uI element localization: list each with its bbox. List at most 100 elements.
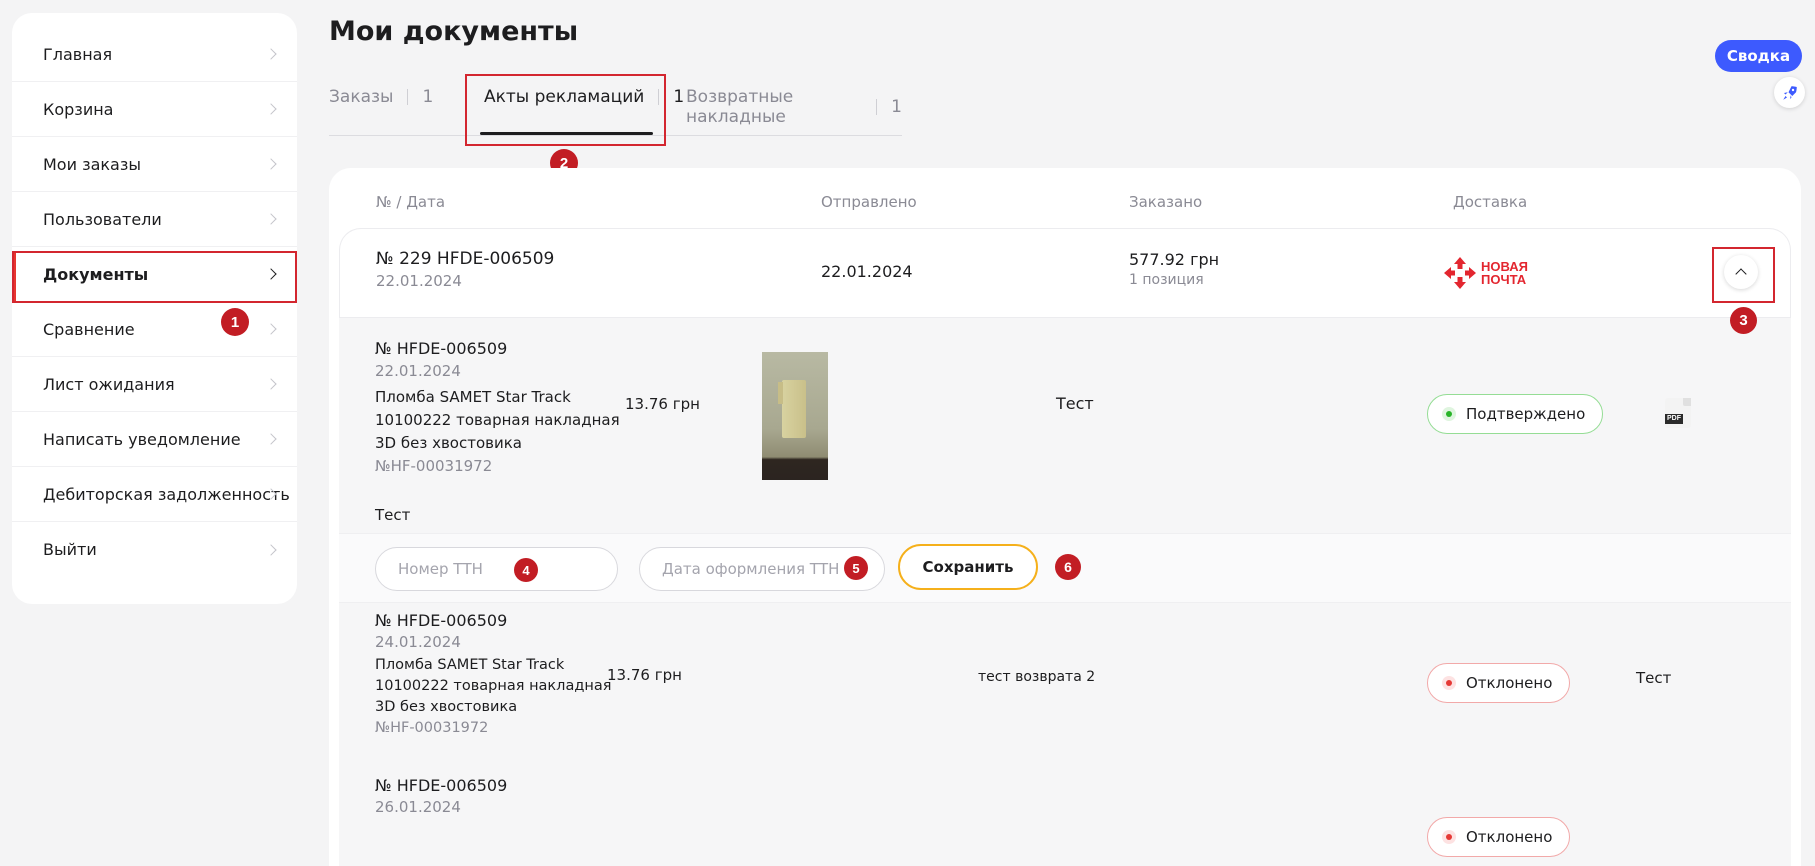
- column-header: Доставка: [1453, 193, 1528, 211]
- sidebar: Главная Корзина Мои заказы Пользователи …: [12, 13, 297, 604]
- column-header: Заказано: [1129, 193, 1203, 211]
- chevron-up-icon: [1735, 268, 1747, 280]
- product-name-line: 3D без хвостовика: [375, 699, 518, 715]
- claim-number: № HFDE-006509: [375, 776, 508, 795]
- order-positions: 1 позиция: [1129, 272, 1204, 288]
- sidebar-item-receivables[interactable]: Дебиторская задолженность: [12, 467, 297, 522]
- tab-claims[interactable]: Акты рекламаций 1: [484, 87, 684, 107]
- product-price: 13.76 грн: [607, 666, 682, 684]
- sidebar-item-label: Мои заказы: [43, 154, 141, 174]
- tab-label: Возвратные накладные: [686, 87, 794, 127]
- sidebar-item-label: Главная: [43, 44, 113, 64]
- tab-return-invoices[interactable]: Возвратные накладные 1: [686, 87, 902, 127]
- sidebar-item-users[interactable]: Пользователи: [12, 192, 297, 247]
- claim-date: 22.01.2024: [375, 362, 461, 380]
- chevron-right-icon: [265, 213, 277, 225]
- active-tab-underline: [480, 132, 653, 135]
- chevron-right-icon: [265, 48, 277, 60]
- chevron-right-icon: [265, 378, 277, 390]
- product-price: 13.76 грн: [625, 395, 700, 413]
- status-badge: Подтверждено: [1427, 394, 1604, 434]
- ttn-number-input[interactable]: Номер ТТН: [375, 547, 618, 591]
- summary-button[interactable]: Сводка: [1715, 40, 1802, 72]
- claim-number: № HFDE-006509: [375, 611, 508, 630]
- product-name-line: Пломба SAMET Star Track: [375, 657, 565, 673]
- claim-comment: Тест: [1056, 394, 1094, 413]
- claim-date: 26.01.2024: [375, 798, 461, 816]
- step-marker: 4: [514, 558, 538, 582]
- step-marker: 3: [1730, 307, 1757, 334]
- product-code: №HF-00031972: [375, 720, 489, 736]
- order-date: 22.01.2024: [376, 272, 462, 290]
- product-photo[interactable]: [762, 352, 828, 480]
- page-title: Мои документы: [329, 16, 579, 47]
- order-sent-date: 22.01.2024: [821, 262, 913, 281]
- tab-orders[interactable]: Заказы 1: [329, 87, 433, 107]
- step-marker: 1: [221, 308, 249, 336]
- sidebar-item-notify[interactable]: Написать уведомление: [12, 412, 297, 467]
- product-name-line: 10100222 товарная накладная: [375, 678, 612, 694]
- tab-count: 1: [891, 97, 902, 117]
- chevron-right-icon: [265, 103, 277, 115]
- sidebar-item-label: Выйти: [43, 540, 97, 559]
- logo-text: ПОЧТА: [1481, 272, 1527, 287]
- sidebar-item-logout[interactable]: Выйти: [12, 522, 297, 577]
- claim-item: № HFDE-006509 22.01.2024 Пломба SAMET St…: [339, 317, 1791, 533]
- claim-number: № HFDE-006509: [375, 339, 508, 358]
- column-header: Отправлено: [821, 193, 917, 211]
- active-indicator: [12, 252, 16, 302]
- step-marker: 6: [1055, 554, 1081, 580]
- chevron-right-icon: [265, 433, 277, 445]
- rocket-icon[interactable]: [1774, 77, 1805, 108]
- sidebar-item-waitlist[interactable]: Лист ожидания: [12, 357, 297, 412]
- documents-table: № / Дата Отправлено Заказано Доставка № …: [329, 168, 1801, 866]
- chevron-right-icon: [265, 158, 277, 170]
- column-header: № / Дата: [376, 193, 446, 211]
- product-name-line: Пломба SAMET Star Track: [375, 388, 571, 406]
- claim-item: № HFDE-006509 26.01.2024 Отклонено: [339, 761, 1791, 866]
- order-number: № 229 HFDE-006509: [376, 249, 555, 269]
- claim-extra: Тест: [1636, 669, 1672, 687]
- chevron-right-icon: [265, 323, 277, 335]
- sidebar-item-label: Написать уведомление: [43, 429, 241, 449]
- save-button[interactable]: Сохранить: [898, 544, 1038, 590]
- sidebar-item-label: Сравнение: [43, 319, 135, 339]
- tab-label: Заказы: [329, 87, 394, 107]
- pdf-icon[interactable]: PDF: [1665, 398, 1691, 428]
- sidebar-item-label: Документы: [43, 264, 149, 284]
- sidebar-item-label: Дебиторская задолженность: [43, 484, 290, 504]
- product-name-line: 10100222 товарная накладная: [375, 411, 620, 429]
- sidebar-item-label: Корзина: [43, 99, 114, 119]
- status-label: Подтверждено: [1466, 405, 1586, 423]
- sidebar-item-compare[interactable]: Сравнение: [12, 302, 297, 357]
- nova-poshta-logo-icon: [1444, 257, 1476, 289]
- tab-bar: Заказы 1 Акты рекламаций 1 Возвратные накл…: [329, 80, 902, 136]
- product-code: №HF-00031972: [375, 457, 493, 475]
- pdf-label: PDF: [1665, 414, 1683, 424]
- sidebar-item-my-orders[interactable]: Мои заказы: [12, 137, 297, 192]
- status-badge: Отклонено: [1427, 663, 1571, 703]
- sidebar-item-documents[interactable]: Документы: [12, 247, 297, 302]
- product-name-line: 3D без хвостовика: [375, 434, 522, 452]
- status-label: Отклонено: [1466, 828, 1553, 846]
- order-row[interactable]: № 229 HFDE-006509 22.01.2024 22.01.2024 …: [339, 228, 1791, 318]
- status-badge: Отклонено: [1427, 817, 1571, 857]
- claim-date: 24.01.2024: [375, 633, 461, 651]
- chevron-right-icon: [265, 268, 277, 280]
- tab-label: Акты рекламаций: [484, 87, 645, 107]
- collapse-button[interactable]: [1724, 255, 1758, 289]
- tab-count: 1: [422, 87, 434, 107]
- step-marker: 5: [844, 556, 868, 580]
- sidebar-item-label: Пользователи: [43, 209, 162, 229]
- sidebar-item-label: Лист ожидания: [43, 374, 175, 394]
- claim-note: Тест: [375, 506, 411, 524]
- sidebar-item-cart[interactable]: Корзина: [12, 82, 297, 137]
- nova-poshta-logo: НОВАЯ ПОЧТА: [1443, 256, 1528, 290]
- order-amount: 577.92 грн: [1129, 250, 1220, 269]
- claim-comment: тест возврата 2: [978, 669, 1096, 685]
- sidebar-item-home[interactable]: Главная: [12, 27, 297, 82]
- tab-count: 1: [673, 87, 685, 107]
- claim-item: № HFDE-006509 24.01.2024 Пломба SAMET St…: [339, 603, 1791, 761]
- chevron-right-icon: [265, 543, 277, 556]
- status-label: Отклонено: [1466, 674, 1553, 692]
